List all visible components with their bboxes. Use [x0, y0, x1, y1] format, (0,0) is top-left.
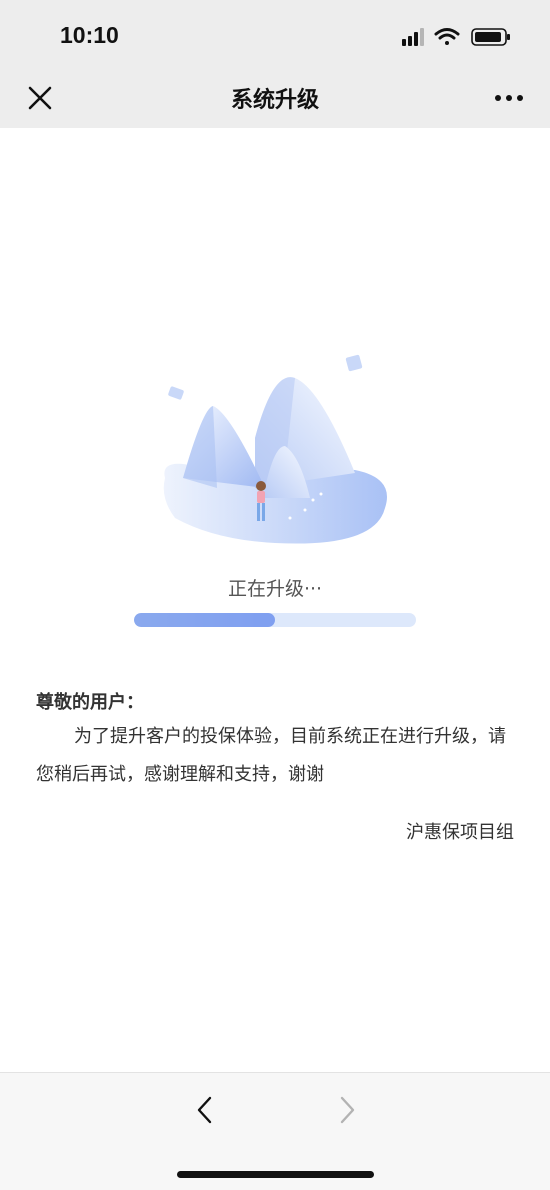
- signature: 沪惠保项目组: [406, 822, 514, 843]
- status-time: 10:10: [60, 22, 119, 48]
- page-title: 系统升级: [230, 88, 319, 113]
- greeting: 尊敬的用户：: [36, 692, 144, 713]
- battery-icon: [471, 28, 510, 46]
- more-icon[interactable]: [494, 88, 524, 108]
- progress-bar: [134, 613, 416, 627]
- status-bar: 10:10: [0, 0, 550, 70]
- message-text: 为了提升客户的投保体验，目前系统正在进行升级，请您稍后再试，感谢理解和支持，谢谢: [36, 726, 506, 785]
- chevron-left-icon[interactable]: [190, 1093, 220, 1127]
- status-icons: [402, 28, 510, 46]
- chevron-right-icon[interactable]: [332, 1093, 362, 1127]
- bottom-toolbar: [0, 1072, 550, 1190]
- progress-fill: [134, 613, 275, 627]
- nav-bar: 系统升级: [0, 70, 550, 128]
- upgrade-illustration: [163, 354, 387, 544]
- upgrade-status-text: 正在升级···: [227, 578, 323, 600]
- home-indicator: [177, 1171, 374, 1178]
- wifi-icon: [434, 28, 460, 45]
- signal-icon: [402, 28, 424, 46]
